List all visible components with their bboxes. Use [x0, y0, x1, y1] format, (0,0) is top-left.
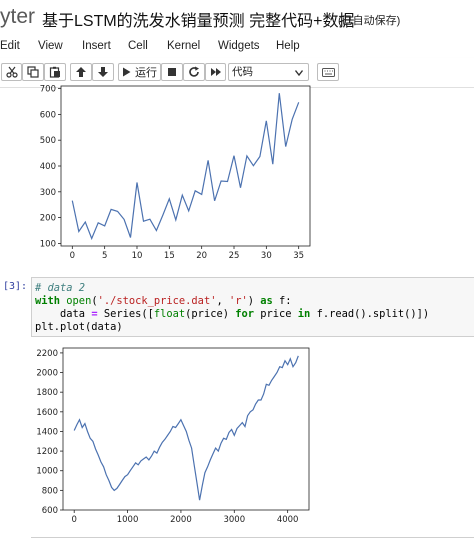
plot2-y-tick-label: 1400: [36, 427, 58, 437]
plot2-canvas: 600 800 1000 1200 1400 1600 1800 2000 2200 0 1000 2…: [36, 347, 310, 523]
plot2-y-tick-label: 2200: [36, 349, 58, 359]
cut-button[interactable]: [1, 63, 22, 81]
plot1-x-tick-label: 0: [70, 251, 75, 261]
plot1-y-tick-label: 200: [40, 214, 56, 224]
plot2-x-tick-label: 0: [71, 515, 76, 523]
output-plot-1: 100 200 300 400 500 600 700 0 5 10 15 20 25 30 35: [40, 85, 311, 261]
jupyter-logo[interactable]: yter: [0, 5, 35, 29]
plot1-y-tick-label: 700: [40, 85, 56, 95]
code-comment: # data 2: [35, 282, 86, 294]
menu-help[interactable]: Help: [276, 40, 300, 52]
plot1-y-tick-label: 500: [40, 136, 56, 146]
cut-icon: [5, 66, 18, 78]
plot2-y-tick-label: 1800: [36, 388, 58, 398]
plot2-axes-frame: [62, 347, 310, 511]
menu-edit[interactable]: Edit: [0, 40, 20, 52]
plot1-y-tick-label: 300: [40, 188, 56, 198]
plot1-x-tick-label: 15: [164, 251, 175, 261]
plot1-y-tick-label: 600: [40, 110, 56, 120]
code-line-4[interactable]: plt.plot(data): [35, 321, 123, 333]
cell-divider: [31, 537, 474, 538]
code-line-4-text: plt.plot(data): [35, 321, 123, 333]
menu-insert[interactable]: Insert: [82, 40, 111, 52]
menu-cell[interactable]: Cell: [128, 40, 148, 52]
plot2-x-tick-label: 3000: [223, 515, 245, 523]
plot1-x-tick-label: 30: [261, 251, 272, 261]
plot1-x-tick-label: 35: [293, 251, 304, 261]
plot1-x-tick-label: 5: [102, 251, 107, 261]
plot1-x-tick-label: 25: [229, 251, 240, 261]
code-line-3-text: data = Series([float(price) for price in…: [35, 308, 430, 320]
menu-widgets[interactable]: Widgets: [218, 40, 260, 52]
code-line-2-text: with open('./stock_price.dat', 'r') as f…: [35, 295, 292, 307]
plot1-x-tick-label: 10: [132, 251, 143, 261]
plot2-x-tick-label: 4000: [277, 515, 299, 523]
output-plot-2: 600 800 1000 1200 1400 1600 1800 2000 2200 0 1000 2…: [36, 347, 310, 523]
cell-prompt: [3]:: [3, 281, 28, 292]
menu-bar: Edit View Insert Cell Kernel Widgets Hel…: [0, 38, 474, 58]
code-cell-editor[interactable]: # data 2 with open('./stock_price.dat', …: [31, 277, 474, 337]
code-line-2[interactable]: with open('./stock_price.dat', 'r') as f…: [35, 295, 292, 307]
plot2-x-tick-label: 1000: [117, 515, 139, 523]
plot2-x-tick-label: 2000: [170, 515, 192, 523]
plot1-canvas: 100 200 300 400 500 600 700 0 5 10 15 20 25 30 35: [40, 85, 311, 261]
plot2-y-tick-label: 600: [42, 506, 58, 516]
menu-kernel[interactable]: Kernel: [167, 40, 200, 52]
code-line-3[interactable]: data = Series([float(price) for price in…: [35, 308, 429, 320]
code-line-1[interactable]: # data 2: [35, 282, 85, 294]
plot2-y-tick-label: 1200: [36, 447, 58, 457]
plot2-y-tick-label: 800: [42, 486, 58, 496]
plot1-axes-frame: [60, 85, 311, 247]
notebook-title[interactable]: 基于LSTM的洗发水销量预测 完整代码+数据: [42, 7, 354, 31]
plot1-x-tick-label: 20: [196, 251, 207, 261]
plot1-y-tick-label: 400: [40, 162, 56, 172]
plot1-y-tick-label: 100: [40, 239, 56, 249]
plot2-y-tick-label: 1000: [36, 467, 58, 477]
plot2-y-tick-label: 2000: [36, 369, 58, 379]
menu-view[interactable]: View: [38, 40, 63, 52]
plot2-y-tick-label: 1600: [36, 408, 58, 418]
notebook-header: yter 基于LSTM的洗发水销量预测 完整代码+数据 (已自动保存): [0, 0, 474, 36]
autosave-status: (已自动保存): [338, 15, 401, 27]
